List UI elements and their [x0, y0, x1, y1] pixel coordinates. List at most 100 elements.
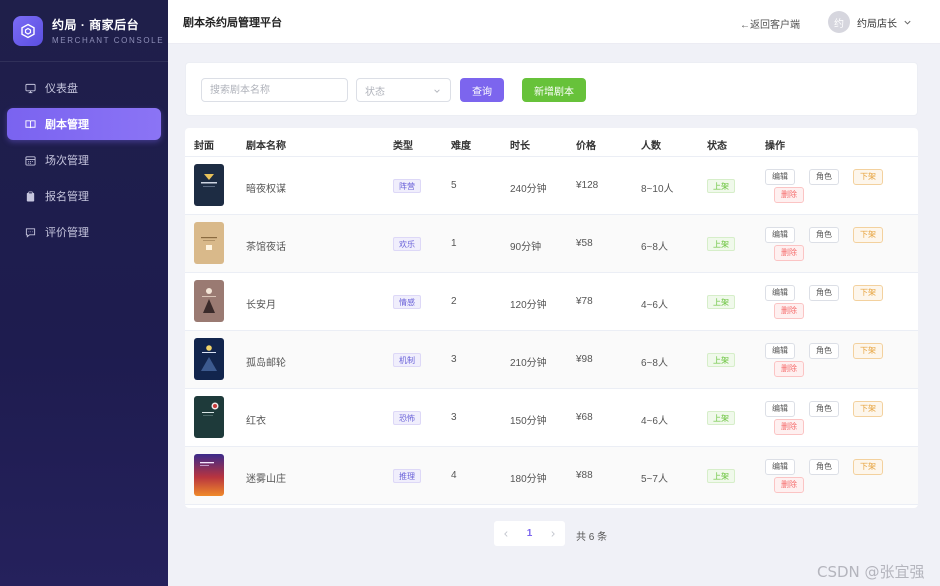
- brand-subtitle: MERCHANT CONSOLE: [52, 36, 165, 45]
- status-badge: 上架: [707, 295, 735, 309]
- status-select-placeholder: 状态: [365, 86, 385, 98]
- column-header: 状态: [707, 141, 727, 152]
- offline-button[interactable]: 下架: [853, 401, 883, 417]
- status-badge: 上架: [707, 469, 735, 483]
- comment-icon: [24, 226, 36, 238]
- delete-button[interactable]: 删除: [774, 187, 804, 203]
- chevron-down-icon: [904, 20, 911, 25]
- players-cell: 6~8人: [641, 358, 668, 369]
- sidebar-item-signups[interactable]: 报名管理: [7, 180, 161, 212]
- offline-button[interactable]: 下架: [853, 169, 883, 185]
- column-header: 人数: [641, 141, 661, 152]
- calendar-icon: [24, 154, 36, 166]
- difficulty-cell: 4: [451, 470, 457, 481]
- difficulty-cell: 3: [451, 412, 457, 423]
- monitor-icon: [24, 82, 36, 94]
- column-header: 类型: [393, 141, 413, 152]
- offline-button[interactable]: 下架: [853, 459, 883, 475]
- duration-cell: 210分钟: [510, 358, 547, 369]
- difficulty-cell: 3: [451, 354, 457, 365]
- sidebar-item-reviews[interactable]: 评价管理: [7, 216, 161, 248]
- sidebar-item-label: 剧本管理: [45, 119, 89, 131]
- difficulty-cell: 1: [451, 238, 457, 249]
- offline-button[interactable]: 下架: [853, 343, 883, 359]
- duration-cell: 90分钟: [510, 242, 542, 253]
- brand: 约局 · 商家后台 MERCHANT CONSOLE: [0, 0, 168, 62]
- add-script-button[interactable]: 新增剧本: [522, 78, 586, 102]
- price-cell: ¥98: [576, 354, 593, 365]
- page-title: 剧本杀约局管理平台: [183, 16, 282, 29]
- edit-button[interactable]: 编辑: [765, 285, 795, 301]
- sidebar-item-label: 场次管理: [45, 155, 89, 167]
- sidebar-item-label: 评价管理: [45, 227, 89, 239]
- players-cell: 5~7人: [641, 474, 668, 485]
- delete-button[interactable]: 删除: [774, 245, 804, 261]
- status-select[interactable]: 状态: [356, 78, 451, 102]
- role-button[interactable]: 角色: [809, 169, 839, 185]
- players-cell: 4~6人: [641, 300, 668, 311]
- table-row: 迷雾山庄 推理 4 180分钟 ¥88 5~7人 上架 编辑 角色 下架 删除: [185, 447, 918, 505]
- status-badge: 上架: [707, 237, 735, 251]
- price-cell: ¥128: [576, 180, 599, 191]
- duration-cell: 240分钟: [510, 184, 547, 195]
- sidebar-item-label: 仪表盘: [45, 83, 78, 95]
- chevron-left-icon[interactable]: [502, 530, 510, 538]
- offline-button[interactable]: 下架: [853, 285, 883, 301]
- top-header: 剧本杀约局管理平台 ←返回客户端 约 约局店长: [168, 0, 940, 44]
- edit-button[interactable]: 编辑: [765, 227, 795, 243]
- pagination: 1: [494, 521, 565, 546]
- sidebar-item-label: 报名管理: [45, 191, 89, 203]
- delete-button[interactable]: 删除: [774, 361, 804, 377]
- role-button[interactable]: 角色: [809, 343, 839, 359]
- type-tag: 情感: [393, 295, 421, 309]
- sidebar-item-sessions[interactable]: 场次管理: [7, 144, 161, 176]
- players-cell: 8~10人: [641, 184, 674, 195]
- query-button[interactable]: 查询: [460, 78, 504, 102]
- role-button[interactable]: 角色: [809, 227, 839, 243]
- sidebar-item-scripts[interactable]: 剧本管理: [7, 108, 161, 140]
- duration-cell: 180分钟: [510, 474, 547, 485]
- chevron-right-icon[interactable]: [549, 530, 557, 538]
- user-name: 约局店长: [857, 18, 897, 30]
- delete-button[interactable]: 删除: [774, 303, 804, 319]
- cover-dark-throne: [194, 164, 224, 206]
- sidebar-item-dashboard[interactable]: 仪表盘: [7, 72, 161, 104]
- role-button[interactable]: 角色: [809, 285, 839, 301]
- table-row: 长安月 情感 2 120分钟 ¥78 4~6人 上架 编辑 角色 下架 删除: [185, 273, 918, 331]
- delete-button[interactable]: 删除: [774, 477, 804, 493]
- delete-button[interactable]: 删除: [774, 419, 804, 435]
- column-header: 剧本名称: [246, 141, 286, 152]
- avatar: 约: [828, 11, 850, 33]
- table-row: 红衣 恐怖 3 150分钟 ¥68 4~6人 上架 编辑 角色 下架 删除: [185, 389, 918, 447]
- edit-button[interactable]: 编辑: [765, 169, 795, 185]
- status-badge: 上架: [707, 353, 735, 367]
- search-input[interactable]: [201, 78, 348, 102]
- type-tag: 欢乐: [393, 237, 421, 251]
- table-row: 暗夜权谋 阵营 5 240分钟 ¥128 8~10人 上架 编辑 角色 下架 删…: [185, 157, 918, 215]
- role-button[interactable]: 角色: [809, 459, 839, 475]
- type-tag: 恐怖: [393, 411, 421, 425]
- total-count: 共 6 条: [576, 532, 608, 543]
- offline-button[interactable]: 下架: [853, 227, 883, 243]
- page-number[interactable]: 1: [527, 528, 533, 539]
- price-cell: ¥68: [576, 412, 593, 423]
- type-tag: 机制: [393, 353, 421, 367]
- duration-cell: 150分钟: [510, 416, 547, 427]
- price-cell: ¥78: [576, 296, 593, 307]
- edit-button[interactable]: 编辑: [765, 459, 795, 475]
- script-name: 茶馆夜话: [246, 242, 286, 253]
- difficulty-cell: 2: [451, 296, 457, 307]
- back-to-client-link[interactable]: ←返回客户端: [740, 16, 800, 31]
- status-badge: 上架: [707, 411, 735, 425]
- filter-toolbar: 状态 查询 新增剧本: [185, 62, 918, 116]
- cover-misty-manor: [194, 454, 224, 496]
- table-row: 茶馆夜话 欢乐 1 90分钟 ¥58 6~8人 上架 编辑 角色 下架 删除: [185, 215, 918, 273]
- duration-cell: 120分钟: [510, 300, 547, 311]
- edit-button[interactable]: 编辑: [765, 343, 795, 359]
- script-name: 暗夜权谋: [246, 184, 286, 195]
- edit-button[interactable]: 编辑: [765, 401, 795, 417]
- type-tag: 推理: [393, 469, 421, 483]
- user-menu[interactable]: 约 约局店长: [828, 11, 912, 33]
- role-button[interactable]: 角色: [809, 401, 839, 417]
- table-header: 封面 剧本名称 类型 难度 时长 价格 人数 状态 操作: [185, 128, 918, 157]
